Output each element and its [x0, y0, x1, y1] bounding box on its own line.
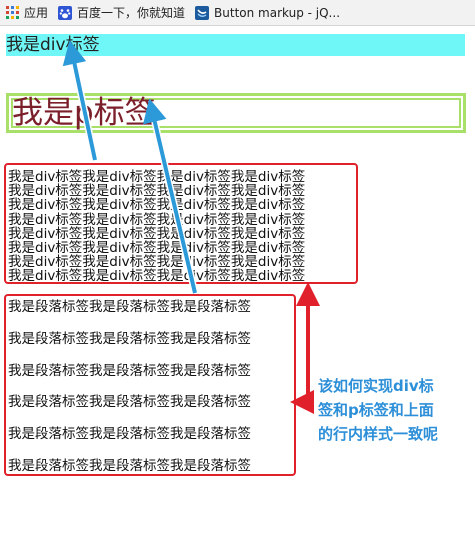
- bookmark-apps[interactable]: 应用: [6, 4, 48, 21]
- div-line: 我是div标签我是div标签我是div标签我是div标签: [8, 197, 306, 214]
- bookmark-label: 百度一下，你就知道: [77, 6, 186, 20]
- p-tag-text: 我是p标签: [12, 95, 156, 131]
- div-line: 我是div标签我是div标签我是div标签我是div标签: [8, 211, 306, 228]
- paragraph-line: 我是段落标签我是段落标签我是段落标签: [8, 330, 251, 347]
- baidu-paw-icon: [58, 5, 73, 20]
- div-line: 我是div标签我是div标签我是div标签我是div标签: [8, 225, 306, 242]
- red-arrow: [290, 282, 320, 414]
- bookmarks-bar: 应用 百度一下，你就知道 Button markup - jQ...: [0, 0, 475, 26]
- paragraph-line: 我是段落标签我是段落标签我是段落标签: [8, 394, 251, 411]
- bookmark-jquery[interactable]: Button markup - jQ...: [195, 5, 341, 20]
- paragraph-line: 我是段落标签我是段落标签我是段落标签: [8, 299, 251, 315]
- paragraph-line: 我是段落标签我是段落标签我是段落标签: [8, 362, 251, 379]
- bookmark-label: 应用: [24, 6, 49, 20]
- jquery-icon: [195, 5, 210, 20]
- annotation-question: 该如何实现div标 签和p标签和上面 的行内样式一致呢: [318, 374, 468, 446]
- annotation-line: 签和p标签和上面: [318, 401, 434, 419]
- div-lines-box: 我是div标签我是div标签我是div标签我是div标签 我是div标签我是di…: [4, 163, 358, 284]
- annotation-line: 该如何实现div标: [318, 377, 434, 395]
- div-line: 我是div标签我是div标签我是div标签我是div标签: [8, 268, 306, 284]
- paragraph-line: 我是段落标签我是段落标签我是段落标签: [8, 457, 251, 474]
- paragraph-line: 我是段落标签我是段落标签我是段落标签: [8, 426, 251, 443]
- bookmark-baidu[interactable]: 百度一下，你就知道: [58, 4, 185, 21]
- bookmark-label: Button markup - jQ...: [214, 5, 341, 20]
- annotation-line: 的行内样式一致呢: [318, 425, 439, 443]
- apps-grid-icon: [6, 6, 19, 19]
- div-tag-cyan: 我是div标签: [6, 34, 465, 56]
- p-lines-box: 我是段落标签我是段落标签我是段落标签 我是段落标签我是段落标签我是段落标签 我是…: [4, 294, 296, 476]
